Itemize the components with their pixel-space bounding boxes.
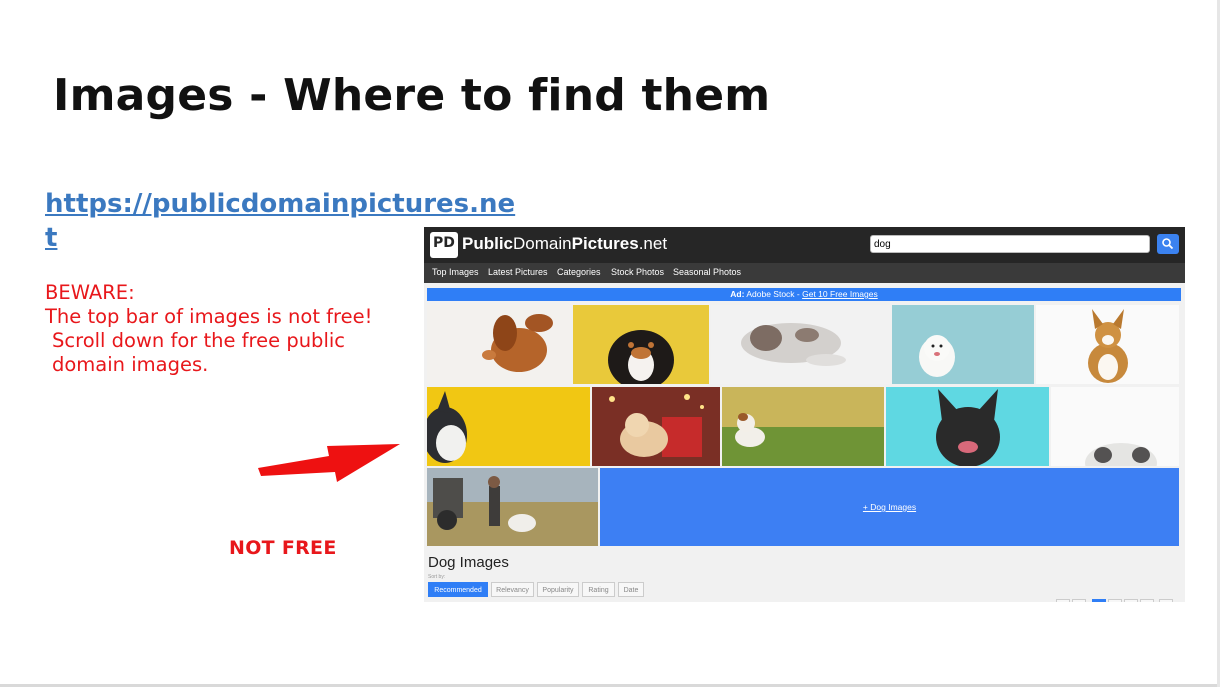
search-button[interactable] xyxy=(1157,234,1179,254)
beware-line-2: The top bar of images is not free! xyxy=(45,305,373,328)
dog-image-tile[interactable] xyxy=(427,387,590,466)
site-logo-icon[interactable]: PD xyxy=(430,232,458,258)
nav-categories[interactable]: Categories xyxy=(557,267,601,277)
sort-label: Sort by: xyxy=(428,574,446,580)
dog-image-tile[interactable] xyxy=(886,387,1049,466)
ad-link[interactable]: Get 10 Free Images xyxy=(802,289,878,299)
pagination-button[interactable] xyxy=(1056,599,1070,602)
pagination-button[interactable] xyxy=(1072,599,1086,602)
dog-image-tile[interactable] xyxy=(1051,387,1179,466)
site-nav: Top Images Latest Pictures Categories St… xyxy=(424,263,1185,283)
beware-note: BEWARE: The top bar of images is not fre… xyxy=(45,281,430,377)
sort-rating-button[interactable]: Rating xyxy=(582,582,615,597)
not-free-label: NOT FREE xyxy=(229,537,337,559)
nav-top-images[interactable]: Top Images xyxy=(432,267,479,277)
dog-image-tile[interactable] xyxy=(427,305,570,384)
red-arrow-icon xyxy=(258,444,400,482)
sort-date-button[interactable]: Date xyxy=(618,582,644,597)
sort-recommended-button[interactable]: Recommended xyxy=(428,582,488,597)
pagination-button[interactable] xyxy=(1159,599,1173,602)
dog-image-tile[interactable] xyxy=(592,387,720,466)
pagination-button[interactable] xyxy=(1124,599,1138,602)
dog-image-tile[interactable] xyxy=(711,305,890,384)
dog-image-tile[interactable] xyxy=(722,387,884,466)
search-input[interactable]: dog xyxy=(870,235,1150,253)
beware-line-4: domain images. xyxy=(52,353,209,376)
nav-seasonal-photos[interactable]: Seasonal Photos xyxy=(673,267,741,277)
ad-banner[interactable]: Ad: Adobe Stock - Get 10 Free Images xyxy=(427,288,1181,301)
site-header: PD PublicDomainPictures.net dog xyxy=(424,227,1185,263)
pagination-current[interactable] xyxy=(1092,599,1106,602)
dog-image-tile[interactable] xyxy=(1036,305,1179,384)
beware-line-1: BEWARE: xyxy=(45,281,135,304)
website-screenshot: PD PublicDomainPictures.net dog Top Imag… xyxy=(424,227,1185,602)
dog-image-tile[interactable] xyxy=(892,305,1034,384)
slide: Images - Where to find them https://publ… xyxy=(0,0,1220,687)
pagination-button[interactable] xyxy=(1108,599,1122,602)
slide-title: Images - Where to find them xyxy=(53,70,771,121)
pagination-button[interactable] xyxy=(1140,599,1154,602)
beware-line-3: Scroll down for the free public xyxy=(52,329,345,352)
sort-relevancy-button[interactable]: Relevancy xyxy=(491,582,534,597)
more-dog-images-link[interactable]: + Dog Images xyxy=(600,468,1179,546)
search-icon xyxy=(1162,238,1174,250)
dog-image-tile[interactable] xyxy=(573,305,709,384)
dog-image-tile[interactable] xyxy=(427,468,598,546)
sort-popularity-button[interactable]: Popularity xyxy=(537,582,579,597)
nav-latest-pictures[interactable]: Latest Pictures xyxy=(488,267,548,277)
results-heading: Dog Images xyxy=(428,554,509,571)
site-logo-text[interactable]: PublicDomainPictures.net xyxy=(462,234,667,254)
nav-stock-photos[interactable]: Stock Photos xyxy=(611,267,664,277)
